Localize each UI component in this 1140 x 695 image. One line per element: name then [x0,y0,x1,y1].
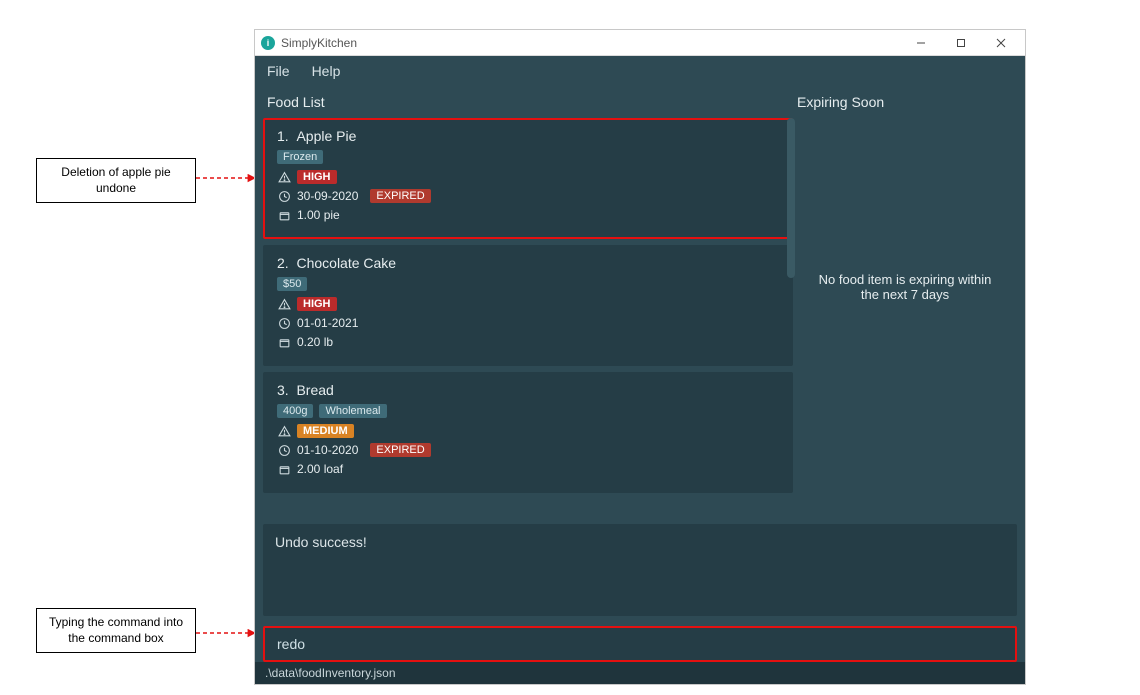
food-quantity-row: 1.00 pie [277,208,779,222]
food-item-tags: 400g Wholemeal [277,404,779,418]
food-date-row: 01-10-2020 EXPIRED [277,443,779,457]
food-item-title: 2. Chocolate Cake [277,255,779,271]
minimize-icon [916,38,926,48]
expired-badge: EXPIRED [370,189,430,203]
food-date-row: 01-01-2021 [277,316,779,330]
food-list-scroll[interactable]: 1. Apple Pie Frozen HIGH 30-09-2020 EXPIRED 1… [263,118,793,493]
warning-icon [277,425,291,438]
warning-icon [277,171,291,184]
food-item-index: 1. [277,128,289,144]
food-tag: $50 [277,277,307,291]
app-window: i SimplyKitchen File Help Food List Expi… [254,29,1026,685]
lower-area: Undo success! redo [255,516,1025,662]
food-item-title: 1. Apple Pie [277,128,779,144]
close-button[interactable] [981,31,1021,55]
callout-command: Typing the command into the command box [36,608,196,653]
food-date-row: 30-09-2020 EXPIRED [277,189,779,203]
food-item-index: 3. [277,382,289,398]
food-item-name: Apple Pie [296,128,356,144]
food-priority-row: MEDIUM [277,424,779,438]
menu-file[interactable]: File [263,61,294,81]
food-tag: Wholemeal [319,404,386,418]
food-quantity: 1.00 pie [297,208,340,222]
food-item-title: 3. Bread [277,382,779,398]
food-tag: 400g [277,404,313,418]
package-icon [277,209,291,222]
food-item-tags: $50 [277,277,779,291]
maximize-button[interactable] [941,31,981,55]
food-list-column: 1. Apple Pie Frozen HIGH 30-09-2020 EXPIRED 1… [263,118,793,516]
expiring-soon-panel: No food item is expiring within the next… [793,118,1017,516]
food-list-header: Food List [255,86,785,118]
food-date: 01-01-2021 [297,316,358,330]
food-item[interactable]: 3. Bread 400g Wholemeal MEDIUM 01-10-2020 EXP… [263,372,793,493]
food-item[interactable]: 1. Apple Pie Frozen HIGH 30-09-2020 EXPIRED 1… [263,118,793,239]
priority-badge: HIGH [297,170,337,184]
statusbar: .\data\foodInventory.json [255,662,1025,684]
food-quantity-row: 0.20 lb [277,335,779,349]
food-quantity-row: 2.00 loaf [277,462,779,476]
titlebar: i SimplyKitchen [255,30,1025,56]
maximize-icon [956,38,966,48]
menu-help[interactable]: Help [308,61,345,81]
clock-icon [277,317,291,330]
priority-badge: MEDIUM [297,424,354,438]
food-priority-row: HIGH [277,297,779,311]
food-item-index: 2. [277,255,289,271]
food-date: 01-10-2020 [297,443,358,457]
food-quantity: 0.20 lb [297,335,333,349]
warning-icon [277,298,291,311]
content-area: 1. Apple Pie Frozen HIGH 30-09-2020 EXPIRED 1… [255,118,1025,516]
command-input[interactable]: redo [263,626,1017,662]
food-tag: Frozen [277,150,323,164]
food-quantity: 2.00 loaf [297,462,343,476]
priority-badge: HIGH [297,297,337,311]
expired-badge: EXPIRED [370,443,430,457]
section-headers: Food List Expiring Soon [255,86,1025,118]
output-box: Undo success! [263,524,1017,616]
food-date: 30-09-2020 [297,189,358,203]
food-item-name: Chocolate Cake [296,255,396,271]
app-icon: i [261,36,275,50]
close-icon [996,38,1006,48]
menubar: File Help [255,56,1025,86]
food-priority-row: HIGH [277,170,779,184]
package-icon [277,336,291,349]
clock-icon [277,444,291,457]
scrollbar-thumb[interactable] [787,118,795,278]
expiring-soon-message: No food item is expiring within the next… [817,272,993,302]
status-path: .\data\foodInventory.json [265,666,396,680]
food-item-name: Bread [296,382,333,398]
package-icon [277,463,291,476]
food-item-tags: Frozen [277,150,779,164]
callout-undone: Deletion of apple pie undone [36,158,196,203]
expiring-soon-header: Expiring Soon [785,86,1025,118]
window-title: SimplyKitchen [281,36,357,50]
clock-icon [277,190,291,203]
minimize-button[interactable] [901,31,941,55]
food-item[interactable]: 2. Chocolate Cake $50 HIGH 01-01-2021 0.20 l… [263,245,793,366]
